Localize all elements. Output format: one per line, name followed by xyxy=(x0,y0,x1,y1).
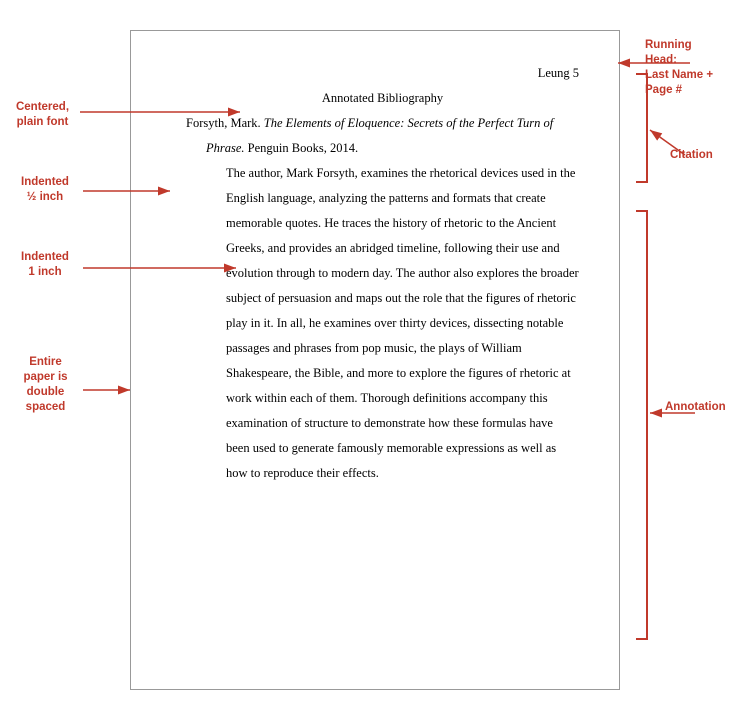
label-half-inch: Indented½ inch xyxy=(10,175,80,205)
label-running-head: RunningHead:Last Name +Page # xyxy=(645,38,735,98)
annotation-block: The author, Mark Forsyth, examines the r… xyxy=(226,161,579,486)
citation-block: Forsyth, Mark. The Elements of Eloquence… xyxy=(206,111,579,161)
label-one-inch: Indented1 inch xyxy=(10,250,80,280)
label-citation: Citation xyxy=(670,148,735,163)
paper: Leung 5 Annotated Bibliography Forsyth, … xyxy=(130,30,620,690)
page-header: Leung 5 xyxy=(538,61,579,86)
running-head-text: RunningHead:Last Name +Page # xyxy=(645,39,713,96)
label-centered: Centered,plain font xyxy=(10,100,75,130)
annotation-text: The author, Mark Forsyth, examines the r… xyxy=(226,166,579,480)
label-annotation: Annotation xyxy=(665,400,735,415)
citation-author: Forsyth, Mark. xyxy=(186,116,264,130)
annotation-bracket xyxy=(636,210,648,640)
bibliography-title: Annotated Bibliography xyxy=(322,91,443,105)
citation-publisher: Penguin Books, 2014. xyxy=(245,141,359,155)
page-container: Leung 5 Annotated Bibliography Forsyth, … xyxy=(0,0,745,713)
label-double-spaced: Entirepaper isdoublespaced xyxy=(8,355,83,415)
